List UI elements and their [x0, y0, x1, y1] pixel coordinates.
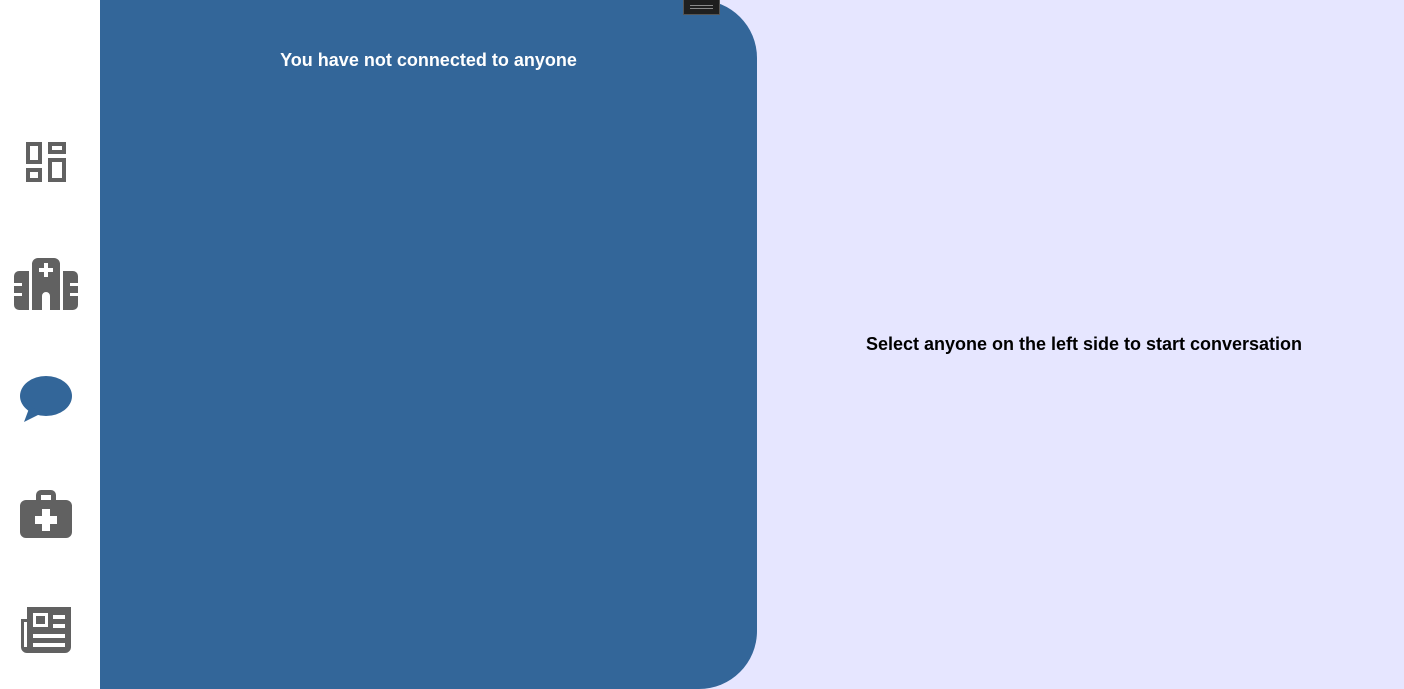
- dashboard-icon: [26, 142, 66, 182]
- sidebar-item-hospitals[interactable]: [0, 254, 92, 314]
- sidebar-item-medical[interactable]: [0, 484, 92, 544]
- conversation-placeholder: Select anyone on the left side to start …: [865, 334, 1303, 354]
- sidebar-item-chat[interactable]: [0, 369, 92, 429]
- sidebar-nav: [0, 0, 100, 689]
- newspaper-icon: [21, 607, 71, 653]
- empty-contacts-message: You have not connected to anyone: [280, 50, 577, 70]
- hospital-icon: [14, 258, 78, 310]
- chat-bubble-icon: [20, 376, 72, 422]
- panel-drag-handle[interactable]: [683, 0, 720, 15]
- contacts-panel: You have not connected to anyone: [100, 0, 757, 689]
- sidebar-item-news[interactable]: [0, 600, 92, 660]
- sidebar-item-dashboard[interactable]: [0, 132, 92, 192]
- app-window: You have not connected to anyone Select …: [0, 0, 1404, 689]
- medical-kit-icon: [20, 490, 72, 538]
